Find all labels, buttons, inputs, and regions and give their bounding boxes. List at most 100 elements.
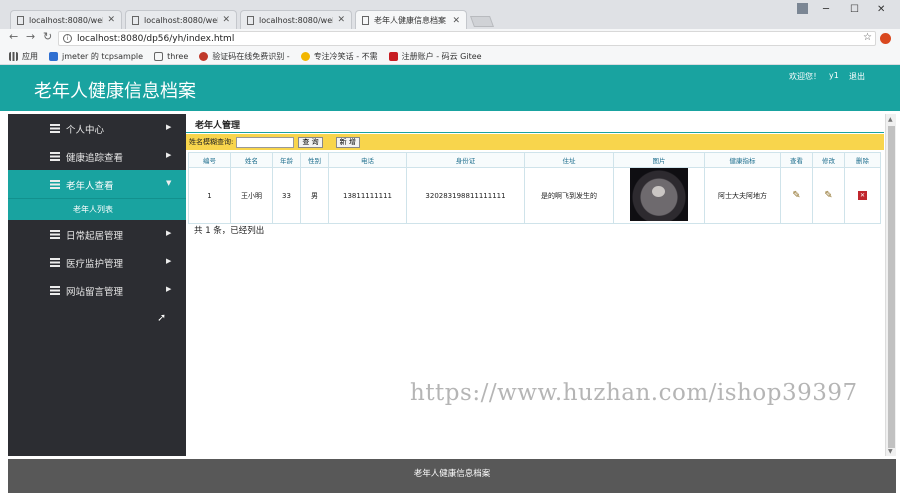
col-header-idcard: 身份证 bbox=[406, 152, 525, 168]
table-row: 1 王小明 33 男 13811111111 32028319881111111… bbox=[188, 167, 881, 224]
bookmark-jokes[interactable]: 专注冷笑话 - 不需 bbox=[300, 51, 378, 62]
search-label: 姓名模糊查询: bbox=[189, 138, 234, 146]
page-icon bbox=[17, 15, 24, 25]
info-icon[interactable]: i bbox=[63, 34, 72, 43]
col-header-phone: 电话 bbox=[328, 152, 407, 168]
divider bbox=[186, 132, 884, 133]
scrollbar-thumb[interactable] bbox=[888, 126, 895, 448]
scrollbar[interactable]: ▲ ▼ bbox=[885, 114, 896, 456]
browser-tab[interactable]: localhost:8080/webtoo ✕ bbox=[125, 10, 237, 29]
col-header-view: 查看 bbox=[780, 152, 813, 168]
add-button[interactable]: 新 增 bbox=[335, 136, 360, 148]
bookmark-captcha[interactable]: 验证码在线免费识别 - bbox=[199, 51, 290, 62]
cell-view: ✎ bbox=[780, 167, 813, 224]
col-header-photo: 图片 bbox=[613, 152, 705, 168]
sidebar-item-medical-care[interactable]: 医疗监护管理 ▶ bbox=[8, 248, 186, 276]
scroll-down-icon[interactable]: ▼ bbox=[888, 448, 893, 455]
cell-idcard: 320283198811111111 bbox=[406, 167, 525, 224]
gitee-icon bbox=[388, 51, 398, 61]
tab-title: 老年人健康信息档案 bbox=[374, 16, 446, 25]
url-bar[interactable]: i localhost:8080/dp56/yh/index.html ☆ bbox=[58, 31, 876, 46]
forward-icon[interactable]: → bbox=[26, 30, 35, 43]
chevron-right-icon: ▶ bbox=[166, 229, 172, 237]
col-header-health: 健康指标 bbox=[704, 152, 781, 168]
emoji-icon bbox=[300, 51, 310, 61]
view-pencil-icon[interactable]: ✎ bbox=[792, 190, 800, 201]
chevron-right-icon: ▶ bbox=[166, 151, 172, 159]
sidebar-item-messages[interactable]: 网站留言管理 ▶ bbox=[8, 276, 186, 304]
extension-icon[interactable] bbox=[880, 33, 891, 44]
sidebar-item-personal-center[interactable]: 个人中心 ▶ bbox=[8, 114, 186, 142]
maximize-button[interactable]: ☐ bbox=[850, 4, 859, 15]
col-header-edit: 修改 bbox=[812, 152, 845, 168]
page-icon bbox=[132, 15, 139, 25]
bookmark-star-icon[interactable]: ☆ bbox=[863, 32, 872, 43]
app-header: 老年人健康信息档案 欢迎您！ y1 退出 bbox=[0, 65, 900, 111]
page-icon bbox=[247, 15, 254, 25]
close-icon[interactable]: ✕ bbox=[452, 16, 460, 26]
window-close-button[interactable]: ✕ bbox=[877, 4, 885, 15]
cell-age: 33 bbox=[272, 167, 301, 224]
tab-title: localhost:8080/webtoo bbox=[259, 15, 333, 25]
new-tab-button[interactable] bbox=[469, 16, 495, 27]
sidebar-item-elderly-view[interactable]: 老年人查看 ▼ bbox=[8, 170, 186, 198]
cell-health: 阿士大夫阿地方 bbox=[704, 167, 781, 224]
sidebar-item-health-tracking[interactable]: 健康追踪查看 ▶ bbox=[8, 142, 186, 170]
welcome-text: 欢迎您！ bbox=[789, 72, 821, 81]
col-header-id: 编号 bbox=[188, 152, 231, 168]
bookmark-apps[interactable]: 应用 bbox=[9, 51, 38, 62]
cell-name: 王小明 bbox=[230, 167, 273, 224]
browser-tab-active[interactable]: 老年人健康信息档案 ✕ bbox=[355, 10, 467, 30]
chevron-right-icon: ▶ bbox=[166, 123, 172, 131]
close-icon[interactable]: ✕ bbox=[337, 15, 345, 25]
tab-title: localhost:8080/webtoo bbox=[144, 15, 218, 25]
url-text[interactable]: localhost:8080/dp56/yh/index.html bbox=[77, 34, 234, 44]
sidebar-subitem-elderly-list[interactable]: 老年人列表 bbox=[8, 198, 186, 220]
chevron-down-icon: ▼ bbox=[166, 179, 172, 187]
username: y1 bbox=[829, 71, 839, 80]
cell-id: 1 bbox=[188, 167, 231, 224]
bookmarks-bar: 应用 jmeter 的 tcpsample three 验证码在线免费识别 - … bbox=[0, 48, 900, 65]
close-icon[interactable]: ✕ bbox=[222, 15, 230, 25]
browser-tab[interactable]: localhost:8080/webtoo ✕ bbox=[240, 10, 352, 29]
cell-phone: 13811111111 bbox=[328, 167, 407, 224]
delete-icon[interactable]: ✕ bbox=[858, 191, 867, 200]
app-title: 老年人健康信息档案 bbox=[34, 81, 196, 102]
sidebar-item-daily-living[interactable]: 日常起居管理 ▶ bbox=[8, 220, 186, 248]
col-header-name: 姓名 bbox=[230, 152, 273, 168]
name-search-input[interactable] bbox=[236, 136, 295, 148]
profile-icon[interactable] bbox=[797, 3, 808, 14]
back-icon[interactable]: ← bbox=[9, 30, 18, 43]
col-header-delete: 删除 bbox=[844, 152, 881, 168]
list-icon bbox=[50, 124, 60, 133]
browser-tab[interactable]: localhost:8080/webtoo ✕ bbox=[10, 10, 122, 29]
app-page: 老年人健康信息档案 欢迎您！ y1 退出 个人中心 ▶ 健康追踪查看 ▶ 老年人… bbox=[0, 65, 900, 493]
scroll-up-icon[interactable]: ▲ bbox=[888, 116, 893, 123]
bookmark-three[interactable]: three bbox=[154, 51, 188, 61]
apps-icon bbox=[9, 51, 18, 61]
app-footer: 老年人健康信息档案 bbox=[8, 459, 896, 493]
bookmark-jmeter[interactable]: jmeter 的 tcpsample bbox=[49, 51, 143, 62]
chevron-right-icon: ▶ bbox=[166, 285, 172, 293]
watermark: https://www.huzhan.com/ishop39397 bbox=[410, 380, 858, 406]
list-icon bbox=[50, 152, 60, 161]
elderly-table: 编号 姓名 年龄 性别 电话 身份证 住址 图片 健康指标 查看 修改 删除 1 bbox=[188, 152, 881, 224]
list-icon bbox=[50, 258, 60, 267]
bookmark-gitee[interactable]: 注册账户 - 码云 Gitee bbox=[388, 51, 482, 62]
cell-delete: ✕ bbox=[844, 167, 881, 224]
cell-address: 是的啊飞到发生的 bbox=[524, 167, 614, 224]
record-count: 共 1 条，已经列出 bbox=[194, 226, 265, 236]
address-toolbar: ← → ↻ i localhost:8080/dp56/yh/index.htm… bbox=[0, 29, 900, 48]
close-icon[interactable]: ✕ bbox=[107, 15, 115, 25]
page-icon bbox=[154, 51, 164, 61]
browser-tab-strip: localhost:8080/webtoo ✕ localhost:8080/w… bbox=[0, 0, 900, 30]
query-button[interactable]: 查 询 bbox=[298, 136, 323, 148]
cell-edit: ✎ bbox=[812, 167, 845, 224]
edit-pencil-icon[interactable]: ✎ bbox=[824, 190, 832, 201]
chevron-right-icon: ▶ bbox=[166, 257, 172, 265]
logout-link[interactable]: 退出 bbox=[849, 71, 865, 82]
search-bar: 姓名模糊查询: 查 询 新 增 bbox=[186, 134, 884, 150]
reload-icon[interactable]: ↻ bbox=[43, 30, 52, 43]
minimize-button[interactable]: ─ bbox=[823, 4, 829, 15]
tab-title: localhost:8080/webtoo bbox=[29, 15, 103, 25]
